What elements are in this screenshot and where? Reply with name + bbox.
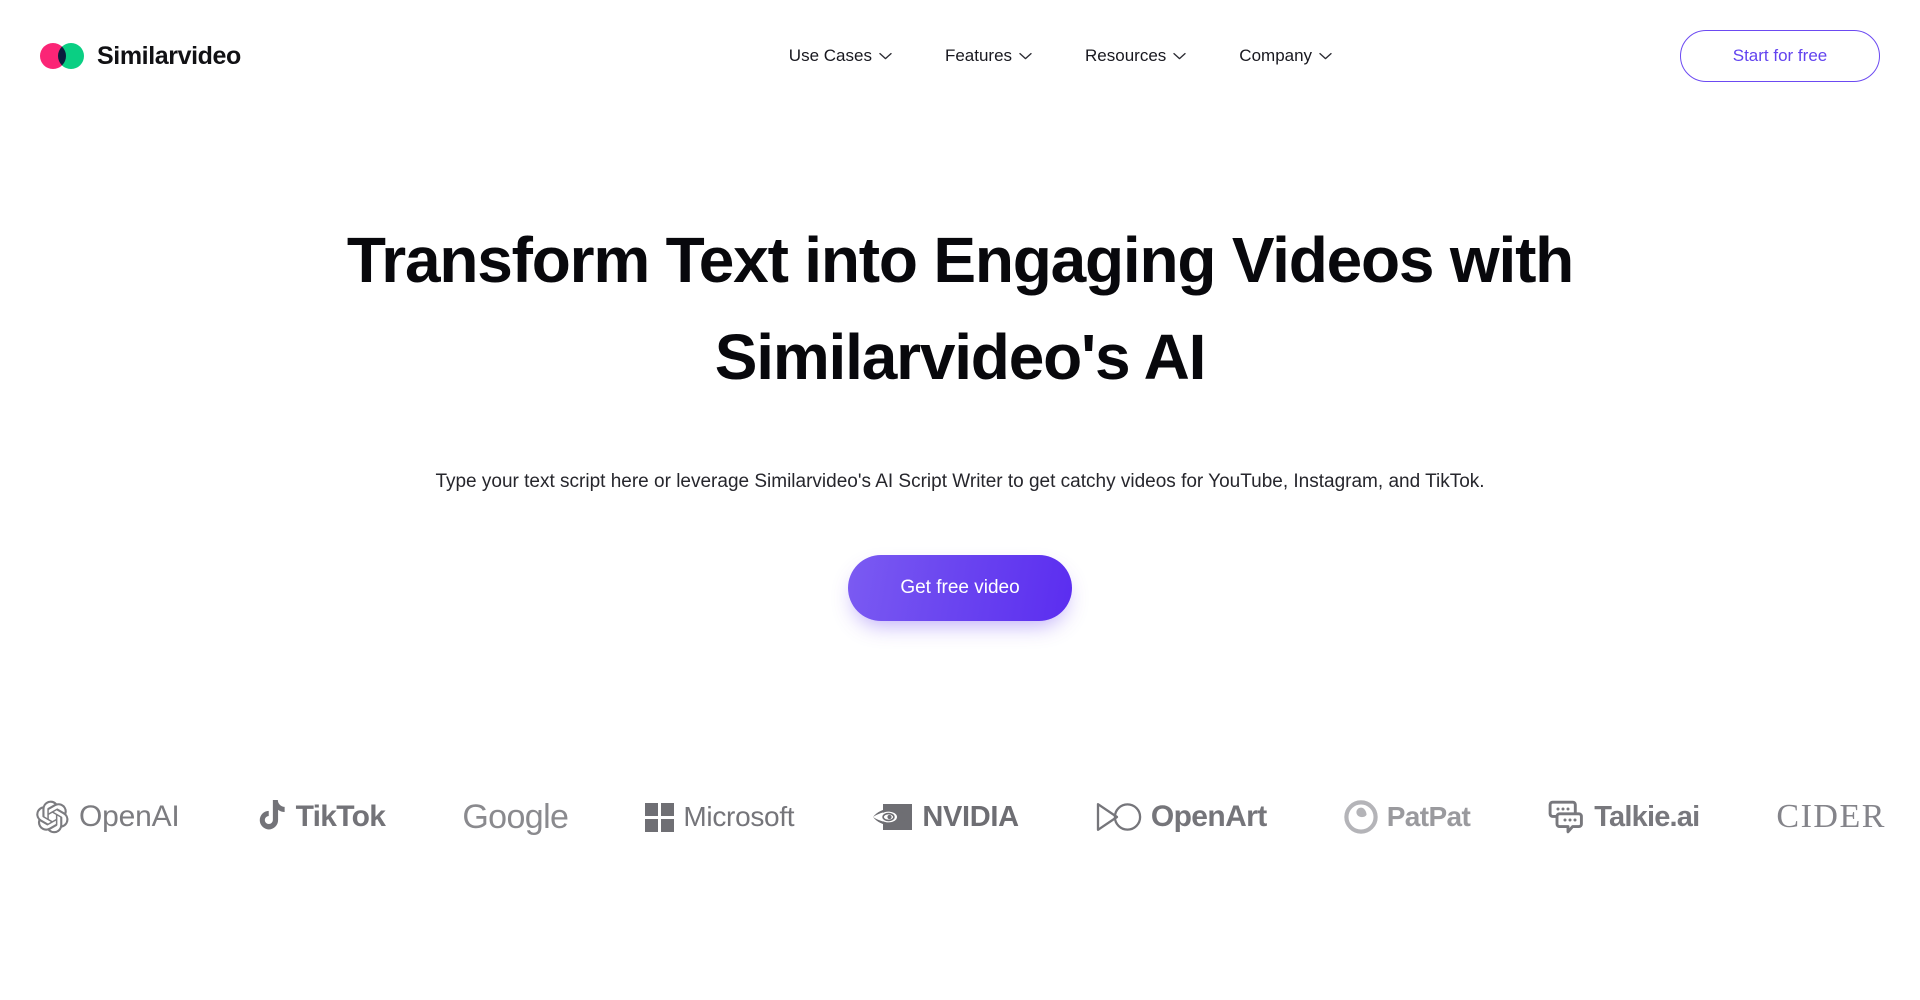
chevron-down-icon	[1319, 52, 1332, 60]
logo-microsoft: Microsoft	[645, 801, 795, 832]
main-navigation: Use Cases Features Resources Company	[481, 46, 1640, 66]
logo-patpat: PatPat	[1343, 800, 1471, 834]
start-for-free-button[interactable]: Start for free	[1680, 30, 1880, 82]
nav-label: Use Cases	[788, 46, 872, 65]
hero-cta-container: Get free video	[0, 554, 1920, 621]
landing-page: Similarvideo Use Cases Features Resource…	[0, 0, 1920, 1000]
chevron-down-icon	[1173, 52, 1186, 60]
page-title: Transform Text into Engaging Videos with…	[346, 224, 1574, 394]
patpat-icon	[1343, 800, 1378, 834]
logo-nvidia: NVIDIA	[871, 800, 1019, 833]
logo-label: CIDER	[1776, 798, 1886, 835]
logo-label: Talkie.ai	[1594, 800, 1700, 833]
tiktok-icon	[257, 800, 287, 834]
chevron-down-icon	[1019, 52, 1032, 60]
logo-label: TikTok	[295, 800, 386, 833]
get-free-video-button[interactable]: Get free video	[848, 554, 1072, 621]
logo-label: Google	[462, 798, 569, 836]
logo-openart: OpenArt	[1096, 802, 1267, 832]
logo-tiktok: TikTok	[257, 800, 386, 834]
logo-cider: CIDER	[1776, 800, 1886, 834]
nav-item-resources[interactable]: Resources	[1085, 46, 1186, 66]
logo-label: PatPat	[1386, 801, 1471, 832]
nav-item-company[interactable]: Company	[1239, 46, 1332, 66]
logo-label: OpenArt	[1150, 800, 1267, 833]
nav-label: Company	[1239, 46, 1313, 65]
logo-label: OpenAI	[79, 800, 180, 833]
brand-name: Similarvideo	[97, 41, 241, 70]
hero-section: Transform Text into Engaging Videos with…	[0, 112, 1920, 621]
logo-label: Microsoft	[683, 801, 795, 832]
chevron-down-icon	[879, 52, 892, 60]
logo-label: NVIDIA	[922, 800, 1019, 833]
logo-openai: OpenAI	[34, 799, 180, 835]
nav-label: Resources	[1085, 46, 1167, 65]
logo-talkie: Talkie.ai	[1547, 799, 1700, 835]
nav-label: Features	[944, 46, 1013, 65]
brand-logo[interactable]: Similarvideo	[40, 42, 241, 71]
microsoft-icon	[645, 802, 675, 832]
talkie-icon	[1547, 799, 1585, 835]
nvidia-icon	[871, 803, 913, 831]
nav-item-features[interactable]: Features	[945, 46, 1032, 66]
customer-logos-strip: OpenAI TikTok Google Microsoft NVIDIA Op…	[0, 775, 1920, 859]
logo-circle-right	[58, 43, 84, 69]
logo-google: Google	[462, 798, 569, 836]
openai-icon	[34, 799, 70, 835]
similarvideo-logo-icon	[40, 43, 84, 69]
hero-subtitle: Type your text script here or leverage S…	[435, 470, 1485, 492]
site-header: Similarvideo Use Cases Features Resource…	[0, 0, 1920, 112]
nav-item-use-cases[interactable]: Use Cases	[789, 46, 892, 66]
openart-icon	[1096, 802, 1142, 832]
